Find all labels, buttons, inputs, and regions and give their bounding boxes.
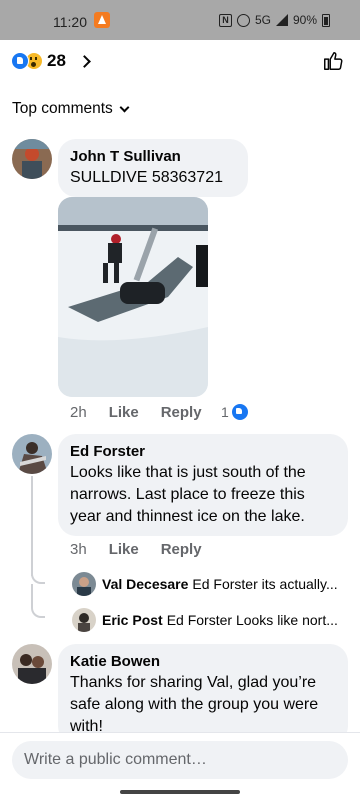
- comment-author[interactable]: Ed Forster: [70, 442, 336, 462]
- signal-icon: [275, 14, 288, 26]
- sort-label: Top comments: [12, 100, 113, 117]
- reply-comment-button[interactable]: Reply: [161, 404, 202, 421]
- home-indicator[interactable]: [120, 790, 240, 794]
- avatar-ed-forster[interactable]: [12, 434, 52, 474]
- comment-photo[interactable]: [58, 197, 208, 397]
- status-time: 11:20: [53, 14, 87, 30]
- reply-text: Ed Forster its actually...: [192, 576, 338, 592]
- nfc-icon: N: [218, 13, 232, 27]
- comment-actions: 3h Like Reply: [70, 541, 224, 558]
- avatar-katie-bowen[interactable]: [12, 644, 52, 684]
- comment-author[interactable]: John T Sullivan: [70, 147, 236, 167]
- comment-author[interactable]: Katie Bowen: [70, 652, 336, 672]
- reply-text: Ed Forster Looks like nort...: [166, 612, 338, 628]
- comment-text: SULLDIVE 58363721: [70, 169, 223, 186]
- like-comment-button[interactable]: Like: [109, 541, 139, 558]
- reply-item[interactable]: Eric Post Ed Forster Looks like nort...: [72, 608, 347, 632]
- thread-connector: [31, 606, 45, 618]
- like-comment-button[interactable]: Like: [109, 404, 139, 421]
- like-reaction-icon: [11, 52, 29, 70]
- comment-text: Thanks for sharing Val, glad you’re safe…: [70, 674, 319, 735]
- status-bar: 11:20 N 5G 90%: [0, 0, 360, 40]
- comment-reaction-count[interactable]: 1: [221, 404, 248, 420]
- network-label: 5G: [254, 13, 271, 27]
- like-button-icon[interactable]: [322, 50, 344, 72]
- alarm-icon: [236, 13, 250, 27]
- comment-input[interactable]: [12, 741, 348, 779]
- avatar-john-t-sullivan[interactable]: [12, 139, 52, 179]
- chevron-right-icon: [78, 54, 91, 68]
- like-reaction-icon: [231, 404, 248, 420]
- comment-time: 3h: [70, 541, 87, 558]
- comment-time: 2h: [70, 404, 87, 421]
- app-notification-icon: [94, 12, 110, 28]
- thread-connector: [31, 572, 45, 584]
- comment-text: Looks like that is just south of the nar…: [70, 464, 306, 525]
- status-icons: N 5G 90%: [218, 13, 330, 27]
- reaction-count: 28: [47, 51, 66, 70]
- comment-reaction-number: 1: [221, 404, 229, 420]
- reply-author[interactable]: Eric Post: [102, 612, 163, 628]
- comment-bubble[interactable]: Katie Bowen Thanks for sharing Val, glad…: [58, 644, 348, 744]
- comment-bubble[interactable]: Ed Forster Looks like that is just south…: [58, 434, 348, 536]
- battery-icon: [322, 13, 330, 27]
- thread-line: [31, 584, 33, 606]
- reply-author[interactable]: Val Decesare: [102, 576, 188, 592]
- reactions-summary[interactable]: 28: [11, 50, 91, 72]
- comment-sort-dropdown[interactable]: Top comments: [12, 100, 130, 118]
- chevron-down-icon: [119, 102, 130, 112]
- thread-line: [31, 476, 33, 576]
- reply-item[interactable]: Val Decesare Ed Forster its actually...: [72, 572, 347, 596]
- reply-comment-button[interactable]: Reply: [161, 541, 202, 558]
- battery-label: 90%: [292, 13, 317, 27]
- comment-bubble[interactable]: John T Sullivan SULLDIVE 58363721: [58, 139, 248, 197]
- comment-actions: 2h Like Reply: [70, 404, 224, 421]
